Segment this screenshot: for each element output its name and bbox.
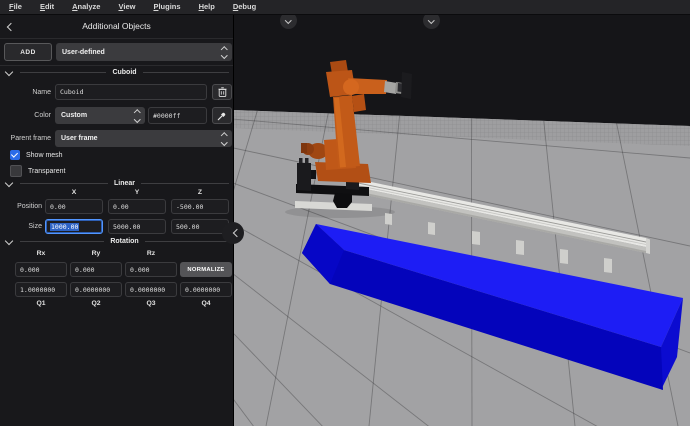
name-input[interactable]: Cuboid [55,84,207,100]
menu-item-view[interactable]: View [109,0,144,14]
size-label: Size [0,219,42,234]
position-label: Position [0,199,42,214]
dropdown-updown-icon [135,110,140,121]
menu-item-analyze[interactable]: Analyze [63,0,109,14]
back-chevron-icon [7,23,15,31]
panel-title: Additional Objects [82,21,151,31]
q3-input[interactable]: 0.0000000 [125,282,177,297]
linear-section-title: Linear [114,180,135,187]
column-header-rz: Rz [125,250,177,257]
parent-frame-label: Parent frame [0,130,51,147]
collapse-linear-icon[interactable] [5,178,13,186]
column-header-ry: Ry [70,250,122,257]
rotation-section-title: Rotation [110,238,138,245]
linear-section-header: Linear [0,179,229,188]
transparent-row: Transparent [10,165,65,177]
collapse-cuboid-icon[interactable] [5,67,13,75]
color-mode-dropdown[interactable]: Custom [55,107,145,124]
column-header-z: Z [171,189,229,196]
color-label: Color [0,107,51,124]
scene-canvas [233,14,690,426]
rz-input[interactable]: 0.000 [125,262,177,277]
position-y-input[interactable]: 0.00 [108,199,166,214]
parent-frame-value: User frame [61,135,218,142]
show-mesh-row: Show mesh [10,149,63,161]
collapse-rotation-icon[interactable] [5,236,13,244]
color-hex-input[interactable]: #0000ff [148,107,207,124]
transparent-label: Transparent [28,168,65,175]
q1-input[interactable]: 1.0000000 [15,282,67,297]
column-header-y: Y [108,189,166,196]
dropdown-updown-icon [222,133,227,144]
size-y-input[interactable]: 5000.00 [108,219,166,234]
menu-item-help[interactable]: Help [190,0,224,14]
viewport-3d[interactable] [233,14,690,426]
chevron-down-icon [285,17,291,23]
show-mesh-checkbox[interactable] [10,150,20,160]
cuboid-section-header: Cuboid [0,68,229,77]
q1-label: Q1 [15,300,67,307]
q4-label: Q4 [180,300,232,307]
menu-item-edit[interactable]: Edit [31,0,63,14]
eyedropper-icon [217,111,227,121]
collapse-chevron-icon [233,229,241,237]
additional-objects-panel: Additional Objects ADD User-defined Cubo… [0,14,234,426]
panel-header: Additional Objects [0,14,233,39]
size-x-input[interactable]: 1000.00 [45,219,103,234]
add-button[interactable]: ADD [4,43,52,61]
position-z-input[interactable]: -500.00 [171,199,229,214]
panel-collapse-handle[interactable] [222,222,244,244]
back-button[interactable] [6,22,16,32]
object-type-value: User-defined [62,49,218,56]
q2-input[interactable]: 0.0000000 [70,282,122,297]
color-picker-button[interactable] [212,107,232,124]
transparent-checkbox[interactable] [10,165,22,177]
q3-label: Q3 [125,300,177,307]
menu-bar: File Edit Analyze View Plugins Help Debu… [0,0,690,15]
color-mode-value: Custom [61,112,131,119]
rotation-section-header: Rotation [0,237,229,246]
column-header-rx: Rx [15,250,67,257]
name-label: Name [0,84,51,100]
normalize-button[interactable]: NORMALIZE [180,262,232,277]
divider [0,65,233,66]
menu-item-file[interactable]: File [0,0,31,14]
delete-object-button[interactable] [212,84,232,100]
rx-input[interactable]: 0.000 [15,262,67,277]
object-type-dropdown[interactable]: User-defined [56,43,232,61]
application-window: File Edit Analyze View Plugins Help Debu… [0,0,690,426]
cuboid-section-title: Cuboid [112,69,136,76]
column-header-x: X [45,189,103,196]
q2-label: Q2 [70,300,122,307]
dropdown-updown-icon [222,47,227,58]
menu-item-plugins[interactable]: Plugins [144,0,189,14]
check-icon [11,151,18,158]
parent-frame-dropdown[interactable]: User frame [55,130,232,147]
size-z-input[interactable]: 500.00 [171,219,229,234]
chevron-down-icon [428,17,434,23]
ry-input[interactable]: 0.000 [70,262,122,277]
trash-icon [218,87,227,97]
menu-item-debug[interactable]: Debug [224,0,265,14]
show-mesh-label: Show mesh [26,152,63,159]
position-x-input[interactable]: 0.00 [45,199,103,214]
q4-input[interactable]: 0.0000000 [180,282,232,297]
